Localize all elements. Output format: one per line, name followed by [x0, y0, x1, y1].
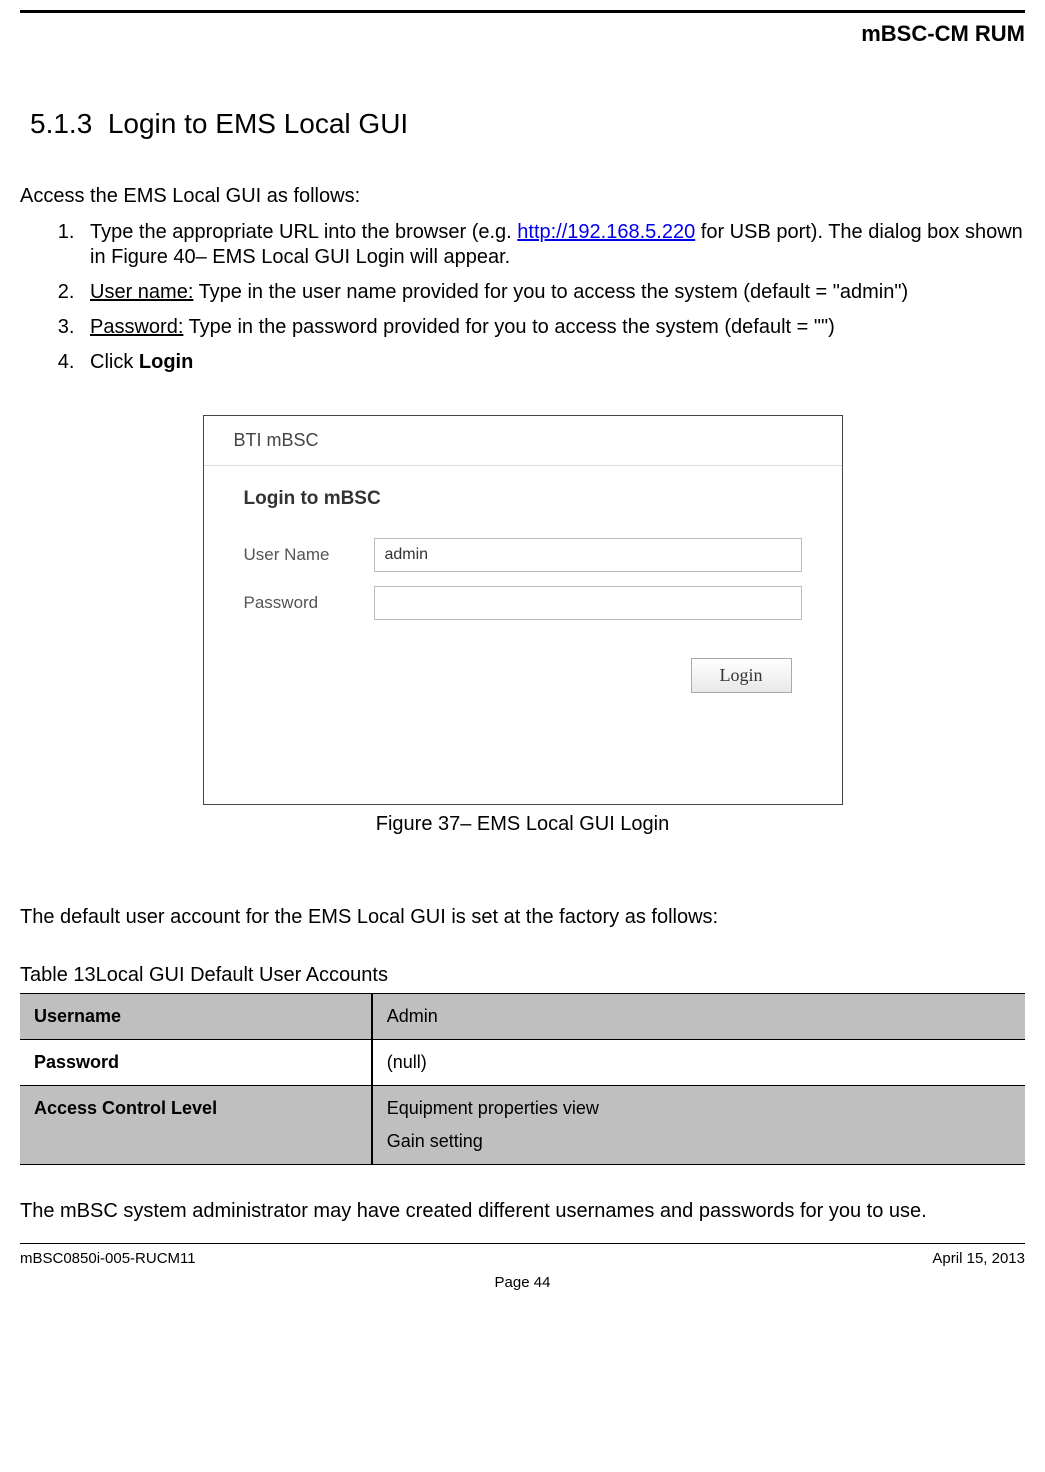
section-title: Login to EMS Local GUI: [108, 108, 408, 139]
footer-date: April 15, 2013: [932, 1250, 1025, 1267]
table-row: Password (null): [20, 1040, 1025, 1086]
login-window-title: BTI mBSC: [204, 416, 842, 466]
accounts-table: Username Admin Password (null) Access Co…: [20, 993, 1025, 1165]
step-1: Type the appropriate URL into the browse…: [80, 220, 1025, 270]
table-caption: Table 13Local GUI Default User Accounts: [20, 964, 1025, 987]
password-label: Password:: [90, 316, 183, 338]
figure: BTI mBSC Login to mBSC User Name Passwor…: [20, 415, 1025, 836]
cell-acl-label: Access Control Level: [20, 1086, 372, 1165]
cell-password-label: Password: [20, 1040, 372, 1086]
cell-username-label: Username: [20, 994, 372, 1040]
step-4: Click Login: [80, 350, 1025, 375]
table-row: Access Control Level Equipment propertie…: [20, 1086, 1025, 1165]
login-screenshot: BTI mBSC Login to mBSC User Name Passwor…: [203, 415, 843, 805]
page-header: mBSC-CM RUM: [20, 10, 1025, 53]
step-2: User name: Type in the user name provide…: [80, 280, 1025, 305]
cell-username-value: Admin: [372, 994, 1025, 1040]
user-input[interactable]: [374, 538, 802, 572]
header-title: mBSC-CM RUM: [861, 21, 1025, 46]
cell-acl-value: Equipment properties view Gain setting: [372, 1086, 1025, 1165]
username-label: User name:: [90, 281, 193, 303]
cell-password-value: (null): [372, 1040, 1025, 1086]
page-footer: mBSC0850i-005-RUCM11 April 15, 2013 Page…: [20, 1243, 1025, 1289]
table-row: Username Admin: [20, 994, 1025, 1040]
login-subtitle: Login to mBSC: [244, 488, 802, 510]
password-row: Password: [244, 586, 802, 620]
user-label: User Name: [244, 545, 374, 565]
step-3: Password: Type in the password provided …: [80, 315, 1025, 340]
user-row: User Name: [244, 538, 802, 572]
footer-doc-id: mBSC0850i-005-RUCM11: [20, 1250, 196, 1267]
url-link[interactable]: http://192.168.5.220: [517, 221, 695, 243]
section-number: 5.1.3: [30, 108, 92, 139]
default-account-desc: The default user account for the EMS Loc…: [20, 906, 1025, 929]
intro-text: Access the EMS Local GUI as follows:: [20, 185, 1025, 208]
section-heading: 5.1.3 Login to EMS Local GUI: [20, 108, 1025, 140]
steps-list: Type the appropriate URL into the browse…: [80, 220, 1025, 375]
password-field-label: Password: [244, 593, 374, 613]
admin-note: The mBSC system administrator may have c…: [20, 1200, 1025, 1223]
figure-caption: Figure 37– EMS Local GUI Login: [20, 813, 1025, 836]
password-input[interactable]: [374, 586, 802, 620]
login-button[interactable]: Login: [691, 658, 792, 693]
